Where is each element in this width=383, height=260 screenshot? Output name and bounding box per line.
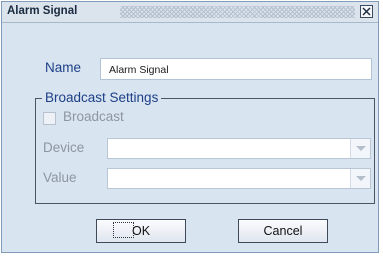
broadcast-checkbox[interactable] (43, 112, 56, 125)
ok-focus-ring (113, 222, 134, 238)
alarm-signal-dialog: Alarm Signal Name Alarm Signal Broadcast… (1, 1, 379, 253)
value-combo[interactable] (107, 168, 371, 189)
name-input[interactable]: Alarm Signal (100, 58, 372, 80)
device-label: Device (43, 140, 85, 155)
title-bar-grip (120, 6, 355, 18)
value-label: Value (43, 170, 77, 185)
window-title: Alarm Signal (7, 5, 82, 17)
device-combo[interactable] (107, 138, 371, 159)
chevron-down-icon (356, 176, 366, 181)
name-label: Name (45, 60, 82, 75)
ok-button[interactable]: OK (96, 219, 186, 243)
cancel-button[interactable]: Cancel (238, 219, 328, 243)
close-icon (362, 7, 371, 16)
device-dropdown-button[interactable] (350, 139, 370, 158)
value-dropdown-button[interactable] (350, 169, 370, 188)
close-button[interactable] (360, 5, 373, 18)
chevron-down-icon (356, 146, 366, 151)
title-bar[interactable]: Alarm Signal (2, 2, 378, 23)
broadcast-settings-title: Broadcast Settings (42, 90, 162, 105)
broadcast-label: Broadcast (63, 109, 124, 124)
